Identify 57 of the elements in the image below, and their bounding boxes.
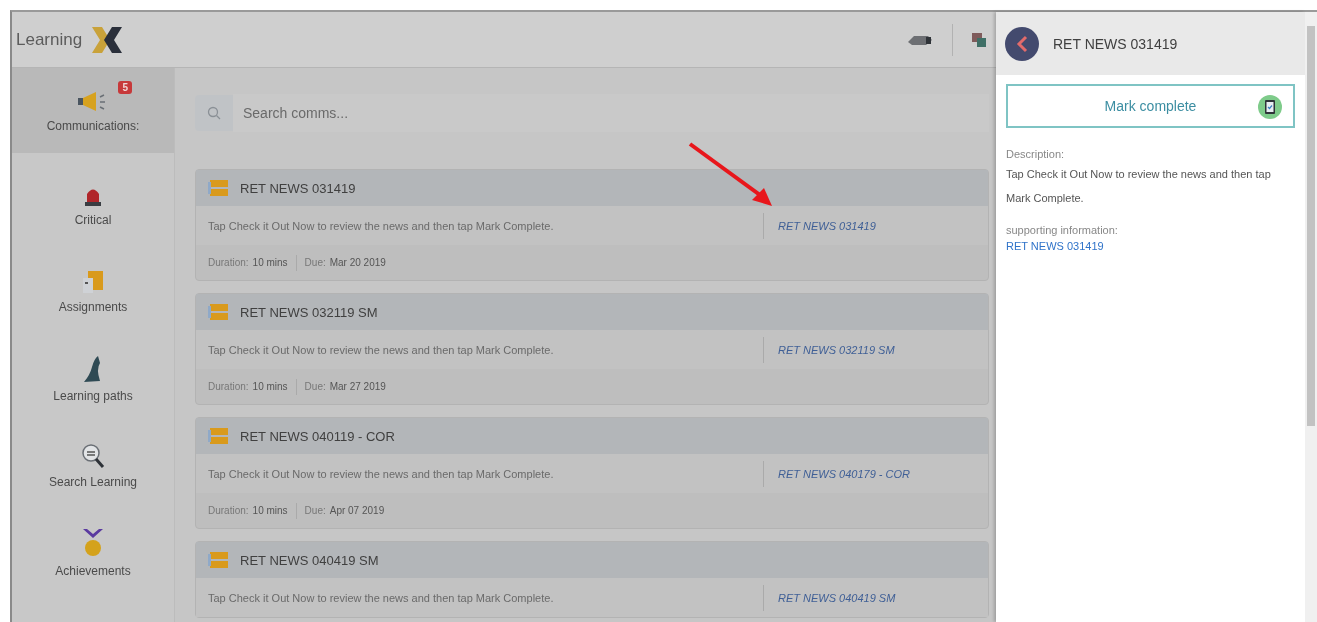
sidebar-item[interactable]: Achievements: [12, 509, 174, 596]
duration-value: 10 mins: [252, 381, 288, 392]
panel-title: RET NEWS 031419: [1053, 35, 1178, 52]
description-text: Tap Check it Out Now to review the news and then tap Mark Complete.: [1006, 167, 1272, 206]
x-logo-icon: [90, 24, 125, 55]
comm-card[interactable]: RET NEWS 032119 SM Tap Check it Out Now to review the news and then tap Mark Complete. RET NEWS 032119 SM Duration: 10 mins Due: Mar 27 2019: [195, 293, 989, 405]
card-title: RET NEWS 032119 SM: [240, 304, 378, 320]
duration-label: Duration:: [208, 257, 249, 268]
card-description: Tap Check it Out Now to review the news and then tap Mark Complete.: [207, 467, 555, 480]
logo-text: Learning: [16, 29, 83, 50]
description-label: Description:: [1006, 148, 1066, 160]
comm-card[interactable]: RET NEWS 040419 SM Tap Check it Out Now to review the news and then tap Mark Complete. RET NEWS 040419 SM: [195, 541, 989, 618]
card-description: Tap Check it Out Now to review the news and then tap Mark Complete.: [207, 591, 555, 604]
duration-label: Duration:: [208, 505, 249, 516]
due-label: Due:: [304, 381, 326, 392]
search-icon: [81, 442, 105, 469]
supporting-info-label: supporting information:: [1006, 224, 1119, 236]
due-date: Mar 27 2019: [329, 381, 386, 392]
clipboard-check-icon: [1257, 94, 1283, 120]
news-icon: [208, 551, 230, 569]
news-icon: [208, 303, 230, 321]
comm-card[interactable]: RET NEWS 031419 Tap Check it Out Now to review the news and then tap Mark Complete. RET NEWS 031419 Duration: 10 mins Due: Mar 20 2019: [195, 169, 989, 281]
card-link[interactable]: RET NEWS 031419: [778, 219, 876, 232]
sidebar-item[interactable]: Critical: [12, 161, 174, 248]
sidebar-item[interactable]: 5 Communications:: [12, 68, 174, 153]
mark-complete-button[interactable]: Mark complete: [1006, 84, 1295, 128]
comm-card[interactable]: RET NEWS 040119 - COR Tap Check it Out Now to review the news and then tap Mark Complete. RET NEWS 040179 - COR Duration: 10 mins Due: Apr 07 2019: [195, 417, 989, 529]
sidebar-item[interactable]: Learning paths: [12, 335, 174, 422]
due-label: Due:: [304, 505, 326, 516]
card-link[interactable]: RET NEWS 040179 - COR: [778, 467, 911, 480]
medal-icon: [82, 527, 104, 558]
chevron-left-icon: [1015, 34, 1029, 53]
due-date: Mar 20 2019: [329, 257, 386, 268]
card-title: RET NEWS 040419 SM: [240, 552, 379, 568]
due-date: Apr 07 2019: [329, 505, 385, 516]
documents-icon: [82, 269, 104, 294]
card-link[interactable]: RET NEWS 040419 SM: [778, 591, 896, 604]
search-icon: [207, 106, 221, 120]
back-button[interactable]: [1005, 26, 1039, 61]
news-icon: [208, 179, 230, 197]
scrollbar[interactable]: [1305, 12, 1317, 622]
due-label: Due:: [304, 257, 326, 268]
supporting-link[interactable]: RET NEWS 031419: [1006, 240, 1295, 252]
card-title: RET NEWS 031419: [240, 180, 356, 196]
duration-value: 10 mins: [252, 505, 288, 516]
news-icon: [208, 427, 230, 445]
sidebar-item[interactable]: Assignments: [12, 248, 174, 335]
card-description: Tap Check it Out Now to review the news and then tap Mark Complete.: [207, 343, 555, 356]
sidebar-item[interactable]: Search Learning: [12, 422, 174, 509]
card-description: Tap Check it Out Now to review the news and then tap Mark Complete.: [207, 219, 555, 232]
notification-badge: 5: [118, 80, 132, 94]
duration-label: Duration:: [208, 381, 249, 392]
card-title: RET NEWS 040119 - COR: [240, 428, 395, 444]
card-link[interactable]: RET NEWS 032119 SM: [778, 343, 895, 356]
search-field[interactable]: Search comms...: [195, 95, 989, 131]
devices-icon[interactable]: [971, 30, 987, 49]
duration-value: 10 mins: [252, 257, 288, 268]
